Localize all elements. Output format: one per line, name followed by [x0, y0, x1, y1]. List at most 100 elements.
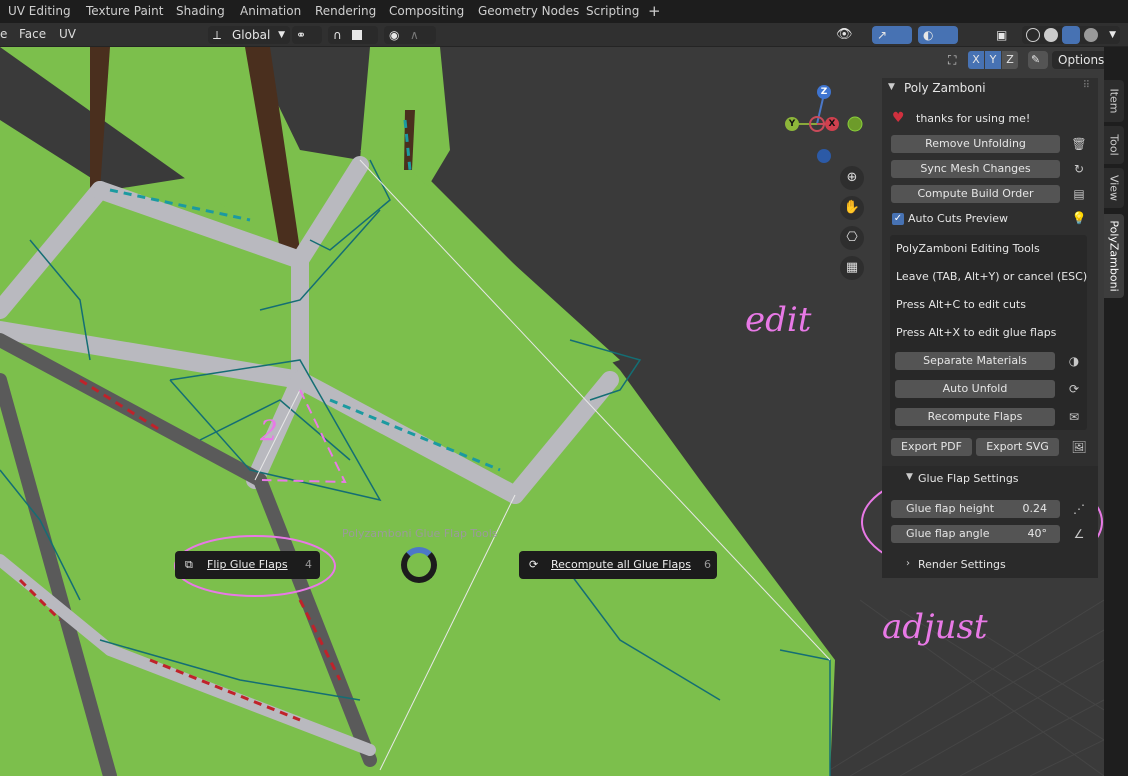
shading-mode-group[interactable]: ▼ [1022, 26, 1120, 44]
magnifier-icon: ⊕ [846, 170, 858, 185]
flip-icon: ⧉ [185, 558, 193, 571]
tab-uv-editing[interactable]: UV Editing [8, 0, 71, 23]
gizmo-toggle[interactable]: ↗ [872, 26, 912, 44]
tab-geometry-nodes[interactable]: Geometry Nodes [478, 0, 579, 23]
bricks-icon[interactable]: ▤ [1071, 186, 1087, 202]
python-icon: ⟳ [529, 558, 539, 571]
panel-title: Poly Zamboni [904, 81, 986, 95]
refresh-icon[interactable]: ↻ [1071, 161, 1087, 177]
auto-cuts-preview-checkbox[interactable]: ✓ [892, 213, 904, 225]
camera-view-button[interactable]: ⎔ [840, 226, 864, 250]
thanks-text: thanks for using me! [916, 112, 1031, 125]
auto-cuts-preview-label: Auto Cuts Preview [908, 212, 1009, 225]
pivot-dropdown[interactable]: ⚭ [292, 26, 322, 44]
chevron-down-icon: ▼ [278, 30, 285, 40]
drag-handle-icon[interactable]: ⠿ [1083, 80, 1090, 91]
expand-chevron-icon[interactable]: ▼ [906, 472, 913, 482]
gizmo-x-axis[interactable]: X [825, 117, 839, 131]
xray-toggle[interactable]: ▣ [996, 26, 1018, 44]
tab-animation[interactable]: Animation [240, 0, 301, 23]
overlay-toggle[interactable]: ◐ [918, 26, 958, 44]
export-svg-button[interactable]: Export SVG [976, 438, 1059, 456]
glue-flap-angle-field[interactable]: Glue flap angle 40° [891, 525, 1060, 543]
add-workspace-button[interactable]: + [648, 0, 661, 23]
ruler-icon: ⋰ [1073, 502, 1085, 516]
options-dropdown[interactable]: Options ▼ [1052, 51, 1104, 69]
menu-edit[interactable]: e [0, 23, 7, 46]
envelope-icon[interactable]: ✉ [1066, 409, 1082, 425]
auto-unfold-button[interactable]: Auto Unfold [895, 380, 1055, 398]
menu-uv[interactable]: UV [59, 23, 76, 46]
solid-shading-icon[interactable] [1044, 28, 1058, 42]
grid-icon: ▦ [845, 260, 859, 275]
pan-button[interactable]: ✋ [840, 196, 864, 220]
sync-mesh-changes-button[interactable]: Sync Mesh Changes [891, 160, 1060, 178]
options-label: Options [1058, 53, 1104, 67]
recompute-all-label: Recompute all Glue Flaps [551, 558, 691, 571]
proportional-edit-dropdown[interactable]: ◉ ∧ [384, 26, 436, 44]
export-pdf-button[interactable]: Export PDF [891, 438, 972, 456]
viewport-header: e Face UV ⟂ Global ▼ ⚭ ∩ ◉ ∧ 👁 ↗ ◐ ▣ ▼ [0, 23, 1128, 47]
image-icon[interactable]: 🖼 [1071, 439, 1087, 455]
render-settings-title[interactable]: Render Settings [918, 558, 1006, 571]
glue-flap-height-field[interactable]: Glue flap height 0.24 [891, 500, 1060, 518]
remove-unfolding-button[interactable]: Remove Unfolding [891, 135, 1060, 153]
flip-glue-flaps-button[interactable]: ⧉ Flip Glue Flaps 4 [175, 551, 320, 579]
edit-glue-flaps-hint: Press Alt+X to edit glue flaps [896, 326, 1057, 339]
snapping-dropdown[interactable]: ∩ [328, 26, 378, 44]
collapsed-chevron-icon[interactable]: › [906, 558, 910, 569]
gizmo-z-axis[interactable]: Z [817, 85, 831, 99]
compute-build-order-button[interactable]: Compute Build Order [891, 185, 1060, 203]
proportional-icon: ◉ [389, 28, 400, 42]
tab-shading[interactable]: Shading [176, 0, 225, 23]
gizmo-icon: ↗ [877, 28, 888, 42]
material-shading-icon[interactable] [1062, 26, 1080, 44]
transform-orientation-dropdown[interactable]: ⟂ Global ▼ [208, 26, 290, 44]
glue-flap-height-label: Glue flap height [906, 502, 995, 515]
collapse-chevron-icon[interactable]: ▼ [888, 82, 895, 92]
annotation-adjust: adjust [882, 607, 988, 647]
recompute-flaps-button[interactable]: Recompute Flaps [895, 408, 1055, 426]
annotation-edit: edit [745, 300, 812, 340]
orientation-label: Global [232, 28, 271, 42]
tab-texture-paint[interactable]: Texture Paint [86, 0, 163, 23]
python-icon[interactable]: ⟳ [1066, 381, 1082, 397]
camera-icon: ⎔ [846, 230, 858, 245]
navigation-gizmo[interactable]: Z Y X [780, 82, 870, 172]
axis-x-toggle[interactable]: X [968, 51, 984, 69]
rendered-shading-icon[interactable] [1084, 28, 1098, 42]
wireframe-shading-icon[interactable] [1026, 28, 1040, 42]
axis-y-toggle[interactable]: Y [985, 51, 1001, 69]
tab-scripting[interactable]: Scripting [586, 0, 639, 23]
menu-face[interactable]: Face [19, 23, 46, 46]
recompute-all-glue-flaps-button[interactable]: ⟳ Recompute all Glue Flaps 6 [519, 551, 717, 579]
glue-flap-settings-title[interactable]: Glue Flap Settings [918, 472, 1019, 485]
snap-extra-button[interactable]: ✎ [1028, 51, 1048, 69]
overlay-icon: ◐ [923, 28, 934, 42]
gizmo-y-axis[interactable]: Y [785, 117, 799, 131]
chevron-down-icon: ▼ [1109, 30, 1116, 40]
sidebar-tab-item[interactable]: Item [1104, 80, 1124, 122]
zoom-button[interactable]: ⊕ [840, 166, 864, 190]
visibility-dropdown[interactable]: 👁 [836, 26, 866, 44]
lightbulb-icon[interactable]: 💡 [1071, 210, 1087, 226]
sidebar-tab-tool[interactable]: Tool [1104, 126, 1124, 164]
sidebar-tab-polyzamboni[interactable]: PolyZamboni [1104, 214, 1124, 298]
eye-icon: 👁 [836, 27, 853, 42]
axis-z-toggle[interactable]: Z [1002, 51, 1018, 69]
pivot-icon: ⚭ [296, 28, 307, 42]
sidebar-tab-view[interactable]: View [1104, 168, 1124, 208]
editing-tools-title: PolyZamboni Editing Tools [896, 242, 1040, 255]
trash-icon[interactable]: 🗑 [1071, 136, 1087, 152]
brush-icon: ✎ [1031, 53, 1041, 66]
mirror-icon: ⛶ [948, 53, 957, 67]
tab-compositing[interactable]: Compositing [389, 0, 464, 23]
tab-rendering[interactable]: Rendering [315, 0, 376, 23]
heart-icon: ♥ [892, 110, 905, 126]
axis-toggle-group: ⛶ X Y Z [948, 51, 1022, 69]
perspective-toggle-button[interactable]: ▦ [840, 256, 864, 280]
snap-target-icon [352, 30, 362, 40]
separate-materials-button[interactable]: Separate Materials [895, 352, 1055, 370]
material-icon[interactable]: ◑ [1066, 353, 1082, 369]
pie-menu-title: Polyzamboni Glue Flap Tools [342, 527, 498, 540]
